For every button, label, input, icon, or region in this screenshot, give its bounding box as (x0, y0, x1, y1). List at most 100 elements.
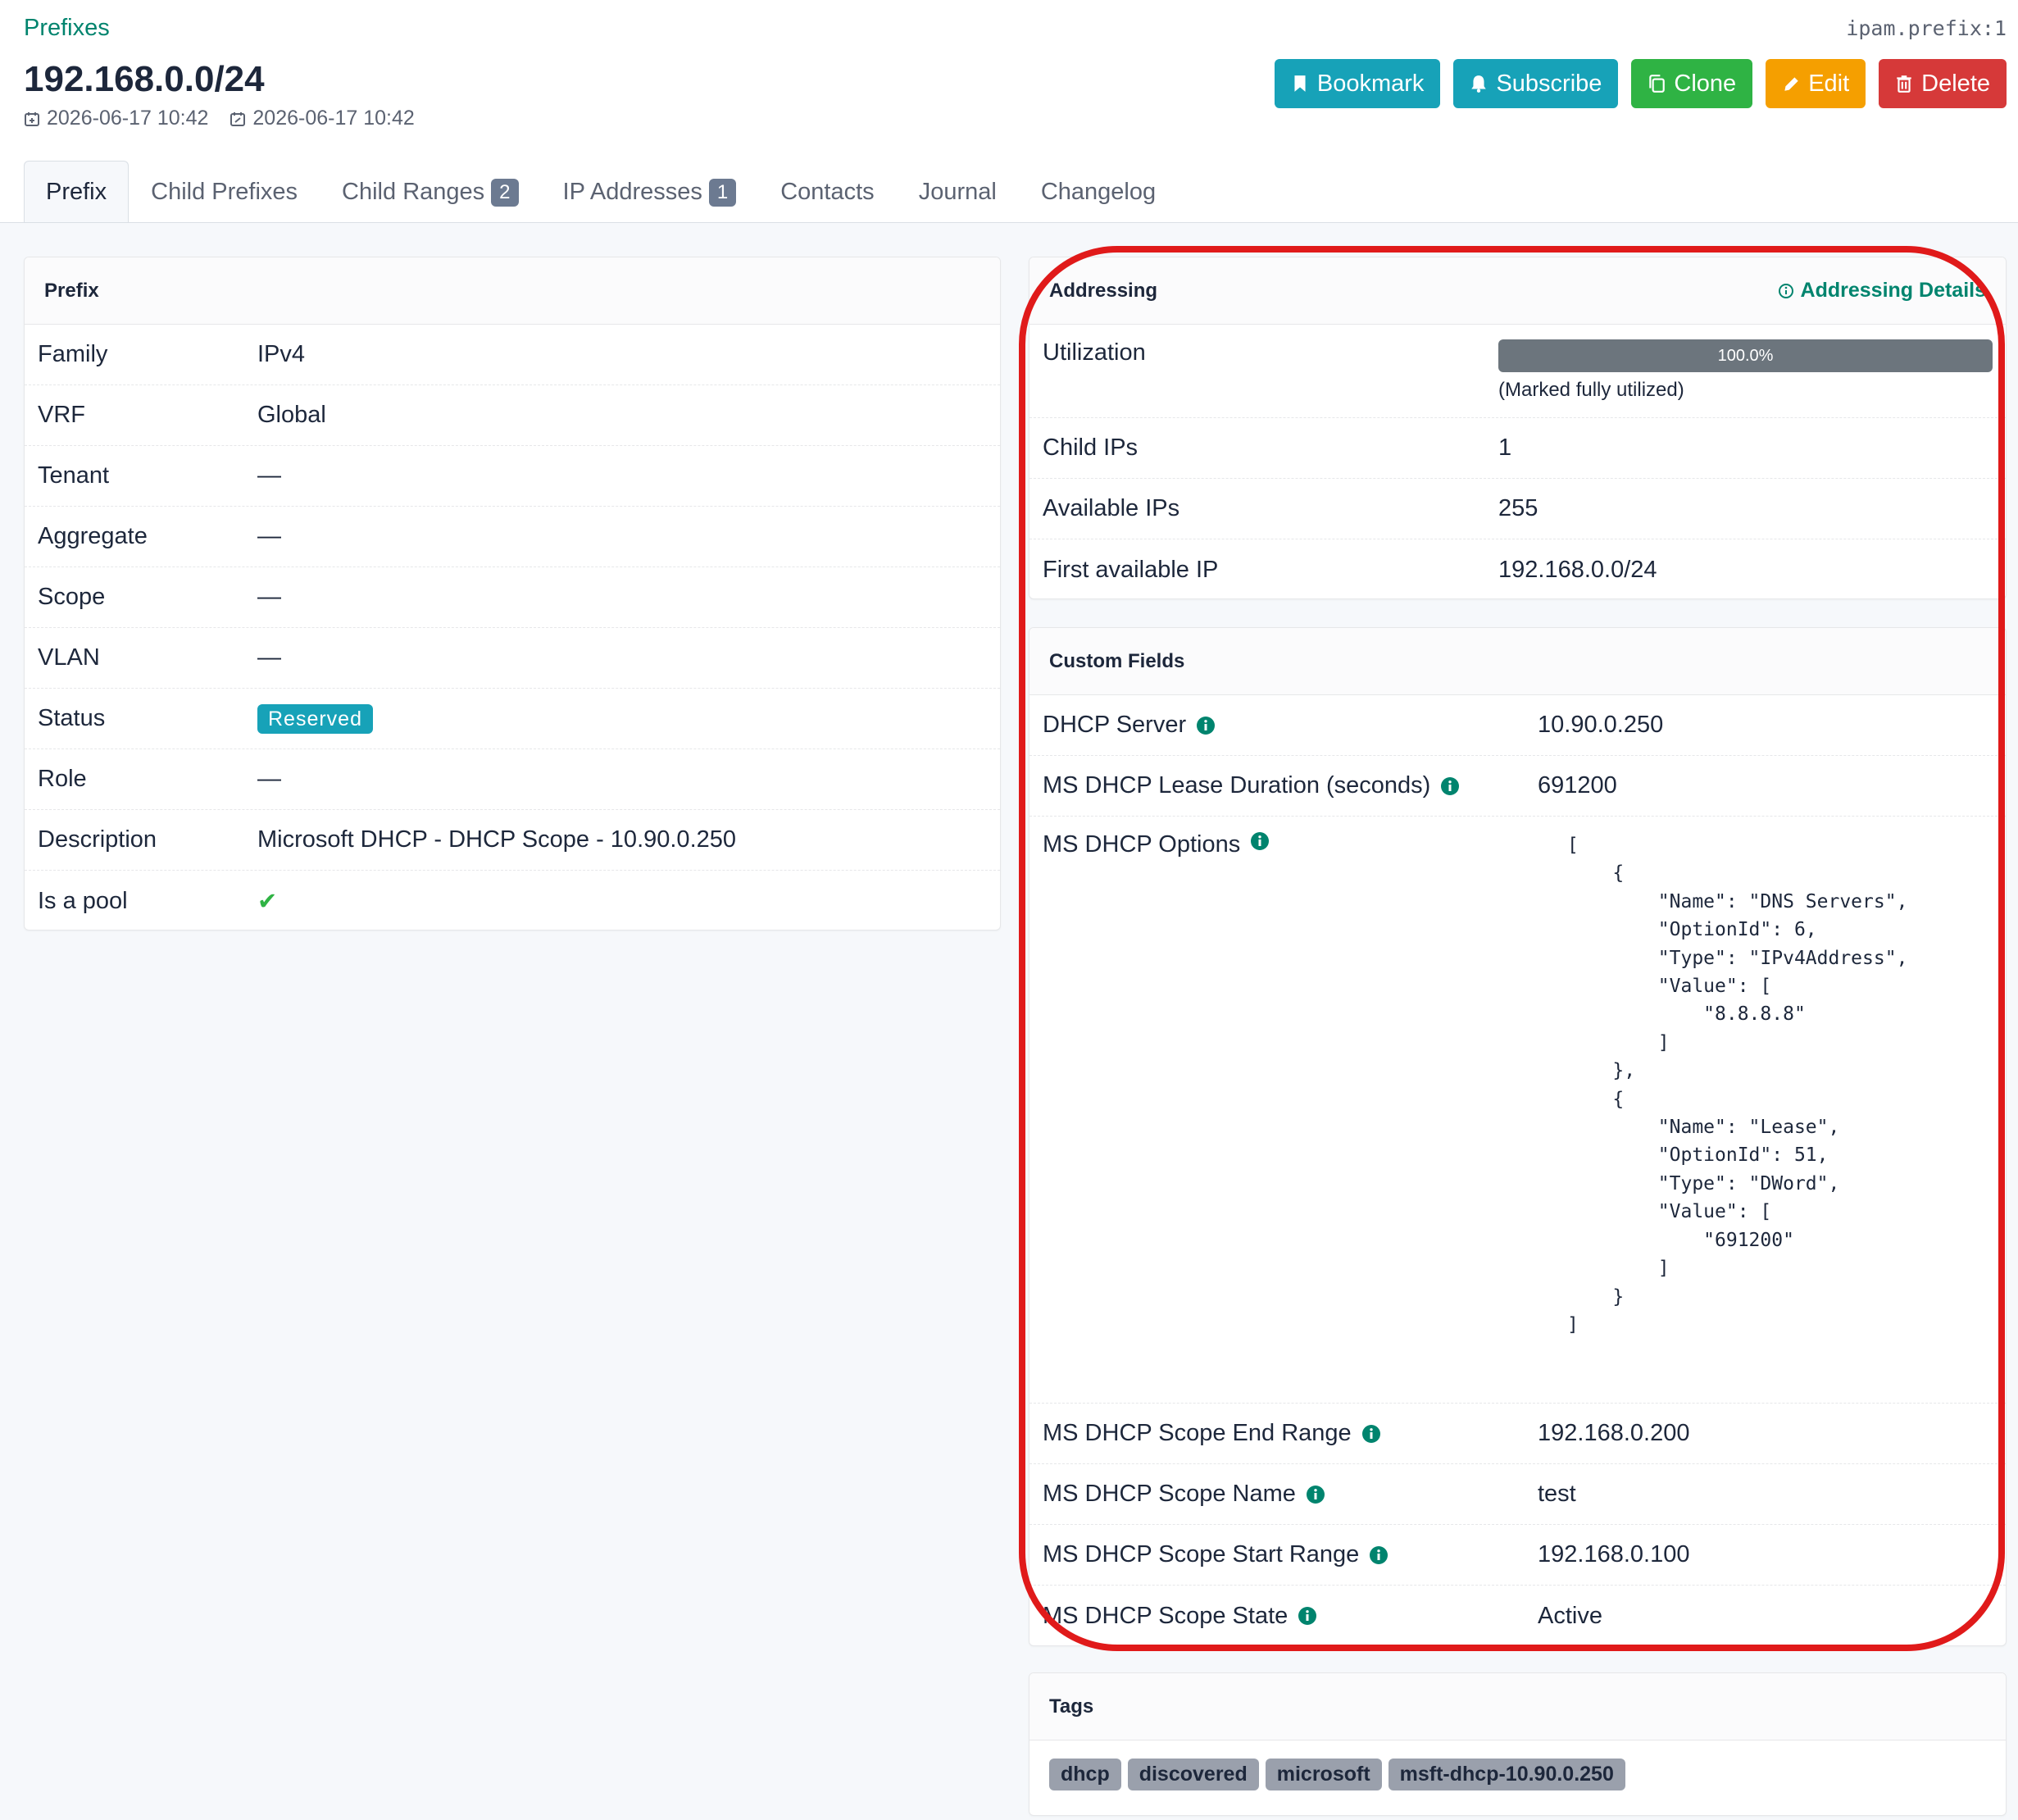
attr-row-utilization: Utilization 100.0% (Marked fully utilize… (1029, 325, 2006, 418)
count-badge: 2 (491, 178, 519, 207)
tab-contacts[interactable]: Contacts (758, 161, 896, 223)
cf-row-lease-duration: MS DHCP Lease Duration (seconds) 691200 (1029, 756, 2006, 817)
info-icon[interactable] (1369, 1545, 1389, 1565)
cf-row-dhcp-server: DHCP Server 10.90.0.250 (1029, 695, 2006, 756)
bookmark-icon (1294, 75, 1306, 92)
tag-dhcp[interactable]: dhcp (1049, 1759, 1121, 1790)
attr-row-first-available: First available IP 192.168.0.0/24 (1029, 539, 2006, 598)
cf-value: test (1538, 1481, 1576, 1507)
cf-label: MS DHCP Scope Name (1043, 1481, 1296, 1507)
tab-prefix[interactable]: Prefix (24, 161, 130, 223)
tab-changelog[interactable]: Changelog (1019, 161, 1178, 223)
attr-row-aggregate: Aggregate — (25, 507, 1000, 567)
attr-key: Available IPs (1043, 495, 1180, 521)
child-ips-link[interactable]: 1 (1498, 435, 1511, 462)
breadcrumb-prefixes[interactable]: Prefixes (24, 15, 110, 42)
created-date: 2026-06-17 10:42 (24, 107, 208, 130)
utilization-note: (Marked fully utilized) (1498, 379, 1684, 401)
tab-child-ranges[interactable]: Child Ranges 2 (320, 161, 540, 223)
attr-row-vlan: VLAN — (25, 628, 1000, 689)
action-buttons: Bookmark Subscribe Clone Edit Delete (1274, 59, 2007, 108)
page-header: Prefixes ipam.prefix:1 192.168.0.0/24 20… (0, 0, 2018, 223)
cf-value: 10.90.0.250 (1538, 712, 1664, 738)
dhcp-options-json: [ { "Name": "DNS Servers", "OptionId": 6… (1567, 835, 1908, 1335)
cf-row-scope-state: MS DHCP Scope State Active (1029, 1586, 2006, 1645)
info-icon[interactable] (1306, 1485, 1325, 1504)
addressing-details-label: Addressing Details (1800, 279, 1986, 302)
cf-key: MS DHCP Scope Name (1043, 1481, 1538, 1508)
info-icon[interactable] (1361, 1424, 1381, 1444)
card-title: Prefix (44, 279, 99, 302)
info-icon[interactable] (1298, 1606, 1317, 1626)
calendar-edit-icon (230, 111, 246, 126)
info-icon[interactable] (1196, 716, 1216, 735)
pencil-icon (1784, 77, 1798, 91)
attr-row-child-ips: Child IPs 1 (1029, 418, 2006, 479)
calendar-plus-icon (25, 111, 39, 126)
info-icon[interactable] (1440, 776, 1460, 796)
cf-key: MS DHCP Scope End Range (1043, 1420, 1538, 1447)
cf-value: Active (1538, 1602, 1602, 1629)
page-title: 192.168.0.0/24 (24, 59, 265, 99)
delete-button[interactable]: Delete (1879, 59, 2007, 108)
tab-ip-addresses[interactable]: IP Addresses 1 (541, 161, 759, 223)
timestamps: 2026-06-17 10:42 2026-06-17 10:42 (24, 107, 415, 130)
attr-value: Global (257, 402, 326, 428)
cf-row-end-range: MS DHCP Scope End Range 192.168.0.200 (1029, 1404, 2006, 1464)
tag-discovered[interactable]: discovered (1127, 1759, 1259, 1790)
created-date-text: 2026-06-17 10:42 (47, 107, 209, 130)
tab-label: Journal (918, 179, 997, 205)
tab-child-prefixes[interactable]: Child Prefixes (129, 161, 320, 223)
cf-key: MS DHCP Scope Start Range (1043, 1541, 1538, 1568)
bookmark-button[interactable]: Bookmark (1274, 59, 1441, 108)
attr-value: — (257, 584, 281, 610)
attr-key: Scope (38, 584, 106, 610)
first-available-ip-link[interactable]: 192.168.0.0/24 (1498, 557, 1657, 584)
attr-value: Microsoft DHCP - DHCP Scope - 10.90.0.25… (257, 826, 737, 853)
attr-key: Family (38, 341, 108, 367)
edit-button[interactable]: Edit (1766, 59, 1866, 108)
attr-key: Role (38, 766, 87, 792)
tag-msft-dhcp[interactable]: msft-dhcp-10.90.0.250 (1388, 1759, 1625, 1790)
attr-row-description: Description Microsoft DHCP - DHCP Scope … (25, 810, 1000, 871)
tab-label: Child Prefixes (151, 179, 298, 205)
card-header: Tags (1029, 1673, 2006, 1740)
attr-key: Utilization (1043, 339, 1146, 366)
attr-key: Child IPs (1043, 435, 1139, 461)
attr-key: First available IP (1043, 556, 1219, 583)
cf-label: MS DHCP Scope Start Range (1043, 1541, 1360, 1567)
cf-label: MS DHCP Scope End Range (1043, 1420, 1352, 1446)
trash-icon (1897, 75, 1911, 93)
cf-label: MS DHCP Options (1043, 831, 1241, 858)
attr-row-vrf: VRF Global (25, 385, 1000, 446)
cf-label: DHCP Server (1043, 712, 1187, 738)
cf-row-start-range: MS DHCP Scope Start Range 192.168.0.100 (1029, 1525, 2006, 1586)
attr-value: IPv4 (257, 341, 306, 367)
card-title: Custom Fields (1049, 649, 1185, 672)
tag-microsoft[interactable]: microsoft (1265, 1759, 1382, 1790)
cf-row-dhcp-options: MS DHCP Options [ { "Name": "DNS Servers… (1029, 817, 2006, 1404)
tags-card: Tags dhcp discovered microsoft msft-dhcp… (1029, 1672, 2007, 1816)
cf-row-scope-name: MS DHCP Scope Name test (1029, 1464, 2006, 1525)
cf-value: 691200 (1538, 772, 1617, 799)
tab-journal[interactable]: Journal (897, 161, 1019, 223)
info-icon[interactable] (1250, 831, 1270, 851)
tab-label: Child Ranges (342, 179, 485, 205)
delete-label: Delete (1921, 70, 1990, 97)
attr-row-tenant: Tenant — (25, 446, 1000, 507)
tab-label: IP Addresses (562, 179, 702, 205)
card-title: Tags (1049, 1695, 1094, 1718)
clone-button[interactable]: Clone (1631, 59, 1753, 108)
addressing-card: Addressing Addressing Details Utilizatio… (1029, 257, 2007, 599)
attr-key: Tenant (38, 462, 110, 489)
addressing-details-link[interactable]: Addressing Details (1778, 279, 1986, 303)
custom-fields-card: Custom Fields DHCP Server 10.90.0.250 MS… (1029, 627, 2007, 1646)
prefix-card: Prefix Family IPv4 VRF Global Tenant — A… (24, 257, 1001, 930)
cf-label: MS DHCP Scope State (1043, 1602, 1289, 1629)
cf-key: MS DHCP Scope State (1043, 1603, 1538, 1630)
tab-bar: Prefix Child Prefixes Child Ranges 2 IP … (24, 161, 1178, 223)
bookmark-label: Bookmark (1316, 70, 1425, 97)
object-identifier: ipam.prefix:1 (1846, 16, 2007, 40)
subscribe-button[interactable]: Subscribe (1453, 59, 1619, 108)
attr-row-is-pool: Is a pool ✔ (25, 871, 1000, 930)
